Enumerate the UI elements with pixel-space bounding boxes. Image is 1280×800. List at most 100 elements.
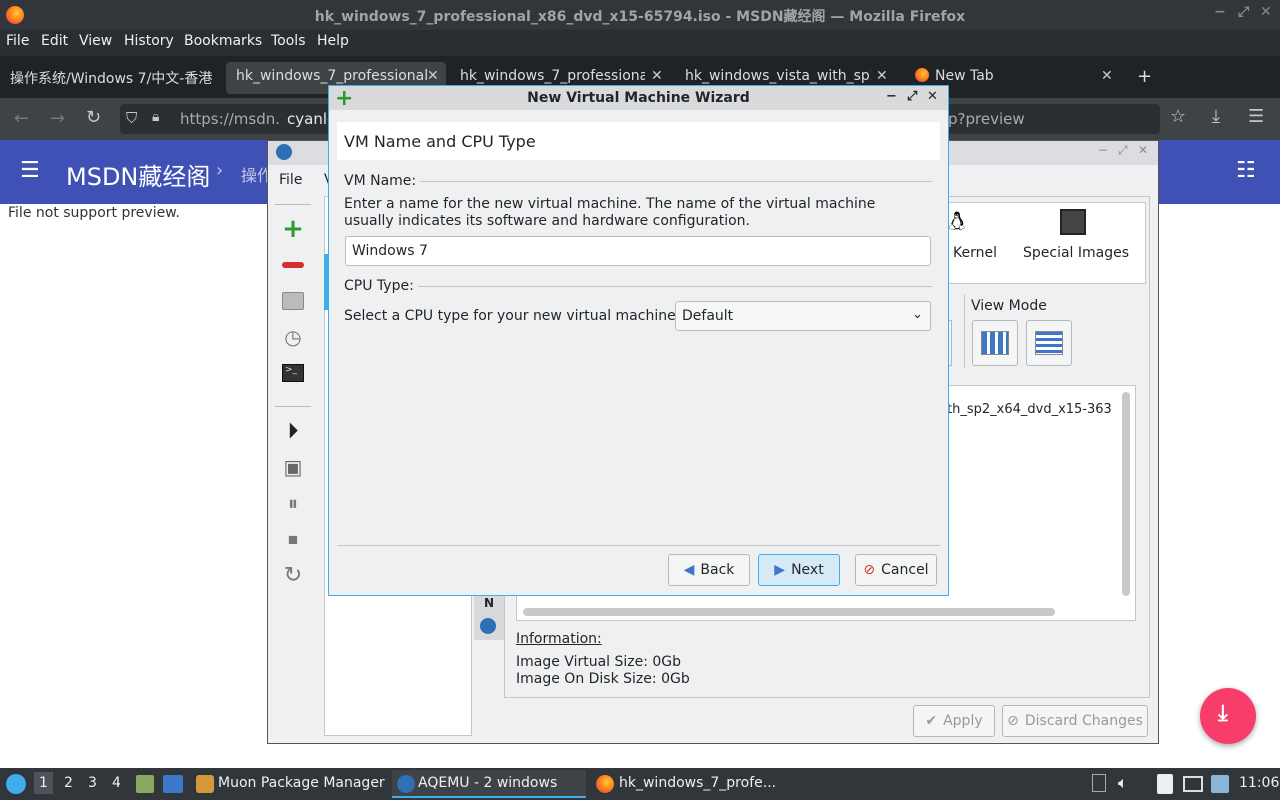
wizard-maximize-icon[interactable]: ⤢ — [907, 89, 917, 104]
reload-icon[interactable]: ↻ — [86, 107, 101, 128]
start-vm-button[interactable]: ⏵ — [275, 416, 311, 446]
wizard-close-icon[interactable]: ✕ — [927, 89, 938, 104]
snapshot-button[interactable]: ◷ — [275, 322, 311, 352]
lock-icon[interactable]: 🔒︎ — [152, 109, 159, 125]
delete-vm-button[interactable] — [275, 250, 311, 280]
taskbar: 1 2 3 4 Muon Package Manager AQEMU - 2 w… — [0, 768, 1280, 800]
image-virtual-size: Image Virtual Size: 0Gb — [516, 654, 682, 670]
aqemu-minimize-icon[interactable]: − — [1098, 143, 1108, 157]
task-label: hk_windows_7_profe... — [619, 775, 777, 791]
minimize-window-icon[interactable]: − — [1214, 4, 1226, 20]
task-aqemu[interactable]: AQEMU - 2 windows — [392, 770, 586, 798]
pause-icon: ⏸ — [288, 491, 298, 515]
wizard-minimize-icon[interactable]: − — [886, 89, 897, 104]
tab-label: New Tab — [935, 68, 994, 84]
cpu-type-select[interactable]: Default ⌄ — [675, 301, 931, 331]
desktop-3[interactable]: 3 — [88, 775, 97, 791]
clock-icon: ◷ — [284, 325, 302, 349]
tab-label: hk_windows_7_professional — [236, 68, 429, 84]
new-tab-icon[interactable]: + — [1137, 66, 1152, 87]
apply-button[interactable]: ✔ Apply — [913, 705, 995, 737]
horizontal-scrollbar[interactable] — [523, 608, 1055, 616]
stop-vm-button[interactable]: ⏹ — [275, 524, 311, 554]
network-icon[interactable] — [1183, 776, 1203, 792]
tab-close-icon[interactable]: ✕ — [876, 68, 888, 84]
menubar: File Edit View History Bookmarks Tools H… — [0, 30, 1280, 54]
chevron-right-icon: › — [216, 160, 224, 181]
wizard-page-title: VM Name and CPU Type — [344, 132, 536, 151]
chevron-down-icon: ⌄ — [912, 307, 923, 322]
tab-close-icon[interactable]: ✕ — [1101, 68, 1113, 84]
tab-label: 操作系统/Windows 7/中文-香港 — [10, 71, 213, 87]
icon-view-button[interactable] — [972, 320, 1018, 366]
download-fab[interactable]: ⤓ — [1200, 688, 1256, 744]
app-menu-icon[interactable]: ☰ — [1248, 106, 1264, 127]
task-firefox[interactable]: hk_windows_7_profe... — [592, 770, 788, 798]
arrow-right-icon: ▶ — [774, 562, 786, 578]
task-muon[interactable]: Muon Package Manager — [192, 770, 388, 798]
aqemu-maximize-icon[interactable]: ⤢ — [1118, 143, 1128, 158]
reset-vm-button[interactable]: ↻ — [275, 560, 311, 590]
back-label: Back — [700, 562, 735, 578]
cpu-type-value: Default — [682, 308, 734, 324]
vm-disk-button[interactable] — [275, 286, 311, 316]
list-view-button[interactable] — [1026, 320, 1072, 366]
save-vm-button[interactable]: ▣ — [275, 452, 311, 482]
forward-icon[interactable]: → — [50, 108, 65, 129]
tux-penguin-icon: 🐧︎ — [949, 207, 966, 237]
shield-icon[interactable]: ⛉ — [126, 109, 137, 127]
menu-file[interactable]: File — [6, 33, 29, 49]
cancel-button[interactable]: ⊘ Cancel — [855, 554, 937, 586]
hamburger-menu-icon[interactable]: ☰ — [20, 158, 40, 183]
volume-icon[interactable]: 🔈︎ — [1118, 773, 1128, 793]
aqemu-menu-file[interactable]: File — [279, 172, 302, 188]
menu-edit[interactable]: Edit — [41, 33, 68, 49]
list-layout-icon — [1035, 331, 1063, 355]
back-button[interactable]: ◀ Back — [668, 554, 750, 586]
desktop-4[interactable]: 4 — [112, 775, 121, 791]
maximize-window-icon[interactable]: ⤢ — [1238, 4, 1249, 20]
add-vm-button[interactable]: + — [275, 214, 311, 244]
menu-bookmarks[interactable]: Bookmarks — [184, 33, 262, 49]
app-launcher-icon[interactable] — [6, 774, 26, 794]
show-desktop-icon[interactable] — [163, 775, 183, 793]
tab-close-icon[interactable]: ✕ — [651, 68, 663, 84]
desktop-2[interactable]: 2 — [64, 775, 73, 791]
tab-close-icon[interactable]: ✕ — [427, 68, 439, 84]
view-mode-divider — [964, 294, 965, 368]
window-titlebar: hk_windows_7_professional_x86_dvd_x15-65… — [0, 0, 1280, 30]
desktop-1[interactable]: 1 — [34, 772, 53, 794]
menu-view[interactable]: View — [79, 33, 112, 49]
menu-help[interactable]: Help — [317, 33, 349, 49]
aqemu-close-icon[interactable]: ✕ — [1138, 143, 1148, 157]
pause-vm-button[interactable]: ⏸ — [275, 488, 311, 518]
vm-name-input[interactable]: Windows 7 — [345, 236, 931, 266]
list-view-icon[interactable]: ☷ — [1236, 158, 1256, 183]
package-manager-icon — [196, 775, 214, 793]
discard-changes-button[interactable]: ⊘ Discard Changes — [1002, 705, 1148, 737]
file-manager-icon[interactable] — [136, 775, 154, 793]
vertical-scrollbar[interactable] — [1122, 392, 1130, 596]
cpu-type-label: Select a CPU type for your new virtual m… — [344, 308, 681, 324]
downloads-icon[interactable]: ⤓ — [1212, 106, 1220, 127]
tray-expand-icon[interactable] — [1092, 774, 1106, 792]
notification-icon[interactable] — [1211, 775, 1229, 793]
tab-label: hk_windows_vista_with_sp2 — [685, 68, 871, 84]
close-window-icon[interactable]: ✕ — [1260, 4, 1272, 20]
wizard-header: VM Name and CPU Type — [337, 122, 940, 160]
clipboard-icon[interactable] — [1157, 774, 1173, 794]
menu-history[interactable]: History — [124, 33, 174, 49]
bookmark-star-icon[interactable]: ☆ — [1170, 106, 1186, 127]
view-special-images-label[interactable]: Special Images — [1023, 245, 1129, 261]
image-name[interactable]: th_sp2_x64_dvd_x15-363 — [947, 402, 1119, 417]
terminal-button[interactable]: >_ — [275, 358, 311, 388]
tab-1[interactable]: 操作系统/Windows 7/中文-香港 — [0, 62, 222, 94]
clock[interactable]: 11:06 — [1239, 775, 1279, 791]
site-title[interactable]: MSDN藏经阁 — [66, 157, 210, 192]
back-icon[interactable]: ← — [14, 108, 29, 129]
side-tab[interactable]: N — [474, 590, 504, 640]
firefox-task-icon — [596, 775, 614, 793]
view-kernel-label[interactable]: Kernel — [953, 245, 997, 261]
next-button[interactable]: ▶ Next — [758, 554, 840, 586]
menu-tools[interactable]: Tools — [271, 33, 306, 49]
